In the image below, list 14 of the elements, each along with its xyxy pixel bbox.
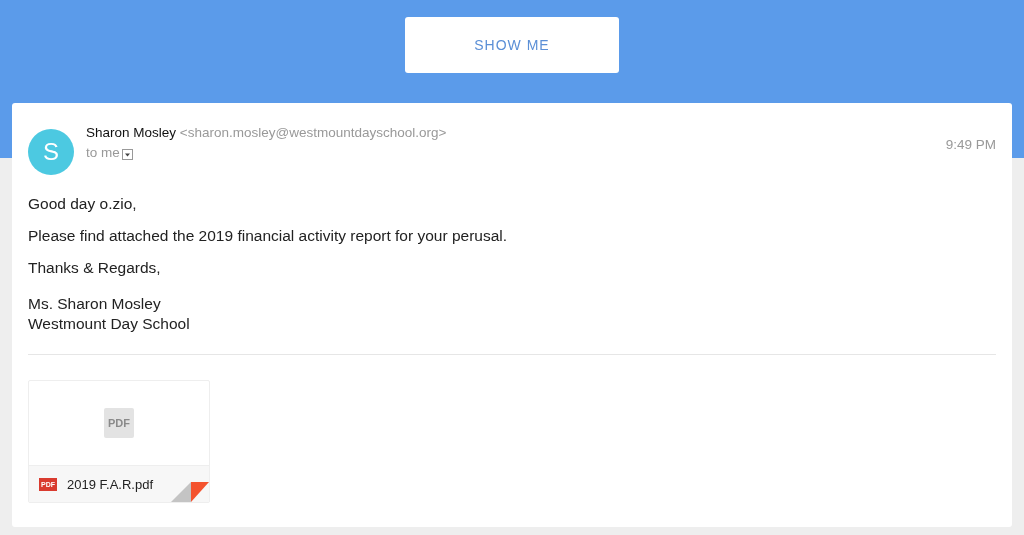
sender-address: <sharon.mosley@westmountdayschool.org>: [179, 125, 447, 140]
email-time: 9:49 PM: [945, 137, 996, 152]
pdf-preview-icon: PDF: [104, 408, 134, 438]
signature-line: Ms. Sharon Mosley: [28, 294, 162, 314]
body-paragraph: Good day o.zio,: [28, 195, 138, 213]
dropdown-icon[interactable]: [121, 148, 133, 160]
body-paragraph: Please find attached the 2019 financial activity report for your perusal.: [28, 227, 509, 245]
recipient-label: to me: [86, 145, 120, 160]
page-fold-icon: [171, 482, 209, 502]
avatar: S: [28, 129, 74, 175]
attachment-file-name: 2019 F.A.R.pdf: [67, 476, 153, 492]
signature-line: Westmount Day School: [28, 314, 191, 334]
body-paragraph: Thanks & Regards,: [28, 259, 162, 277]
sender-name: Sharon Mosley: [86, 125, 177, 140]
